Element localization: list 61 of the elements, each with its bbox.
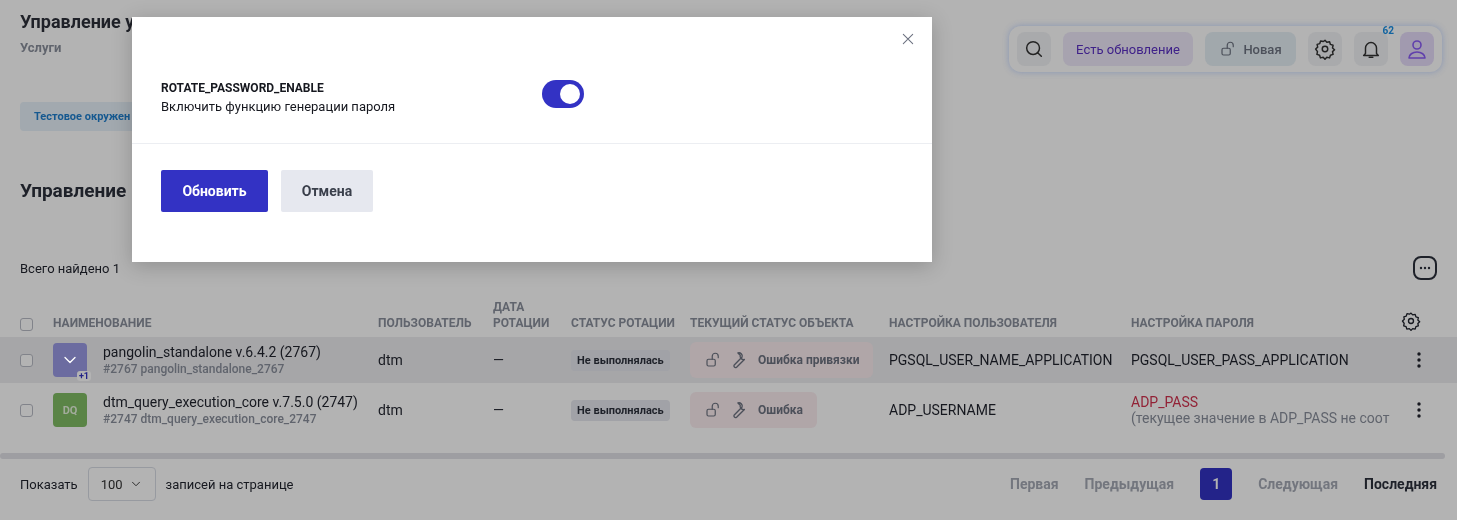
object-status-chip: Ошибка привязки — [690, 342, 874, 378]
object-status-chip: Ошибка — [690, 392, 817, 428]
rotation-date-cell-text: — — [493, 402, 505, 418]
select-all-checkbox[interactable] — [20, 318, 33, 331]
column-header: ТЕКУЩИЙ СТАТУС ОБЪЕКТА — [690, 315, 855, 331]
column-settings-icon — [1401, 311, 1421, 331]
cancel-button[interactable]: Отмена — [281, 170, 373, 212]
user-setting-cell-text: ADP_USERNAME — [889, 402, 997, 418]
rotation-date-cell-text: — — [493, 352, 505, 368]
page-subtitle: Услуги — [20, 40, 63, 55]
service-name: pangolin_standalone v.6.4.2 (2767) — [103, 344, 321, 360]
total-count: Всего найдено 1 — [20, 260, 121, 276]
service-avatar: DQ — [53, 393, 87, 427]
section-title: Управление — [20, 179, 127, 202]
kebab-menu-icon[interactable] — [1417, 352, 1421, 368]
row-checkbox[interactable] — [20, 353, 33, 367]
service-id: #2747 dtm_query_execution_core_2747 — [103, 412, 318, 426]
search-icon — [1023, 38, 1045, 60]
notifications-button[interactable] — [1354, 32, 1388, 66]
per-page-label: записей на странице — [165, 476, 294, 492]
close-icon — [900, 31, 916, 47]
user-cell-text: dtm — [378, 402, 404, 418]
update-button[interactable]: Обновить — [161, 170, 268, 212]
column-header: НАСТРОЙКА ПОЛЬЗОВАТЕЛЯ — [889, 315, 1058, 331]
more-button[interactable] — [1413, 256, 1437, 280]
notification-count: 62 — [1382, 25, 1394, 36]
search-button[interactable] — [1017, 32, 1051, 66]
settings-button[interactable] — [1308, 32, 1342, 66]
row-checkbox[interactable] — [20, 403, 33, 417]
column-header: ПОЛЬЗОВАТЕЛЬ — [378, 315, 473, 331]
service-name: dtm_query_execution_core v.7.5.0 (2747) — [103, 394, 358, 410]
rotation-status-tag: Не выполнялась — [571, 350, 670, 371]
unlock-icon — [704, 351, 722, 369]
service-id: #2767 pangolin_standalone_2767 — [103, 362, 286, 376]
kebab-menu-icon[interactable] — [1417, 402, 1421, 418]
column-header: НАИМЕНОВАНИЕ — [53, 315, 153, 331]
settings-icon — [1314, 38, 1336, 60]
profile-button[interactable] — [1400, 32, 1434, 66]
rotation-status-tag: Не выполнялась — [571, 400, 670, 421]
user-cell-text: dtm — [378, 352, 404, 368]
password-setting-note: (текущее значение в ADP_PASS не соот — [1131, 410, 1391, 426]
column-header: НАСТРОЙКА ПАРОЛЯ — [1131, 315, 1255, 331]
pagination-link[interactable]: Последняя — [1364, 476, 1437, 492]
column-header: ДАТА РОТАЦИИ — [493, 299, 551, 331]
password-setting-cell-text: ADP_PASS — [1131, 394, 1200, 410]
setting-description: Включить функцию генерации пароля — [161, 99, 397, 114]
page-number-button[interactable]: 1 — [1200, 468, 1233, 500]
unlock-icon — [704, 401, 722, 419]
table-row[interactable]: DQ dtm_query_execution_core v.7.5.0 (2747) #2747 dtm_query_execution_core_2747 dtm — Не выполнялась Ошибка ADP_USERNAME ADP_PASS (текущее значение в ADP_PASS не соот — [0, 383, 1457, 437]
user-setting-cell-text: PGSQL_USER_NAME_APPLICATION — [889, 352, 1114, 368]
setting-name: ROTATE_PASSWORD_ENABLE — [161, 80, 325, 96]
toggle-switch[interactable] — [542, 80, 584, 108]
table-row[interactable]: +1 pangolin_standalone v.6.4.2 (2767) #2767 pangolin_standalone_2767 dtm — Не выполнялась Ошибка привязки PGSQL_USER_NAME_APPLICATION PGSQL_USER_PASS_APPLICATION — [0, 337, 1457, 383]
show-label: Показать — [20, 476, 78, 492]
page-size-select[interactable]: 100 — [87, 467, 156, 501]
user-icon — [1405, 37, 1429, 61]
extra-count-badge: +1 — [76, 371, 91, 381]
close-button[interactable] — [900, 31, 916, 47]
update-button[interactable]: Есть обновление — [1063, 32, 1193, 66]
column-header: СТАТУС РОТАЦИИ — [571, 315, 676, 331]
password-setting-cell-text: PGSQL_USER_PASS_APPLICATION — [1131, 352, 1350, 368]
